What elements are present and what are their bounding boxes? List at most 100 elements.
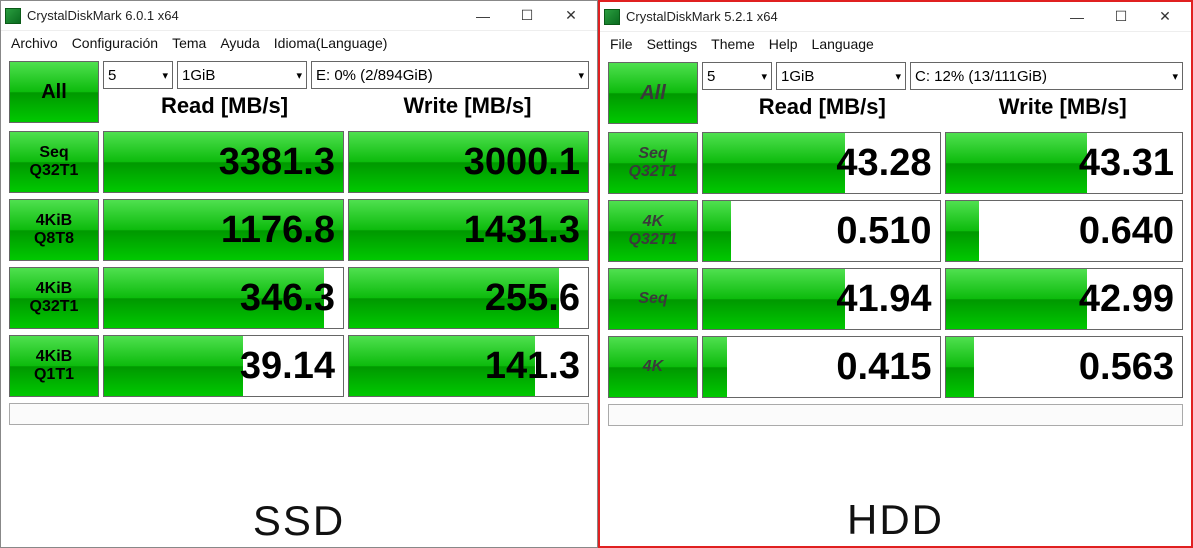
read-text: 41.94 <box>836 278 931 321</box>
chevron-down-icon: ▾ <box>761 70 767 83</box>
test-row: Seq 41.94 42.99 <box>608 268 1183 330</box>
value-bar <box>946 269 1088 329</box>
menubar: Archivo Configuración Tema Ayuda Idioma(… <box>1 31 597 57</box>
menu-item[interactable]: Idioma(Language) <box>274 35 388 51</box>
read-value: 3381.3 <box>103 131 344 193</box>
write-text: 1431.3 <box>464 209 580 252</box>
close-button[interactable]: ✕ <box>1143 3 1187 31</box>
runs-select[interactable]: 5▾ <box>103 61 173 89</box>
test-row: 4KiBQ8T8 1176.8 1431.3 <box>9 199 589 261</box>
value-bar <box>703 133 845 193</box>
window-hdd: CrystalDiskMark 5.2.1 x64 — ☐ ✕ File Set… <box>598 0 1193 548</box>
test-button[interactable]: Seq <box>608 268 698 330</box>
write-value: 255.6 <box>348 267 589 329</box>
size-value: 1GiB <box>182 67 215 84</box>
write-text: 3000.1 <box>464 141 580 184</box>
write-value: 141.3 <box>348 335 589 397</box>
read-text: 0.510 <box>836 210 931 253</box>
test-row: SeqQ32T1 3381.3 3000.1 <box>9 131 589 193</box>
minimize-button[interactable]: — <box>1055 3 1099 31</box>
close-button[interactable]: ✕ <box>549 2 593 30</box>
menu-item[interactable]: Settings <box>647 36 698 52</box>
write-value: 0.640 <box>945 200 1184 262</box>
read-text: 1176.8 <box>221 209 335 252</box>
value-bar <box>703 269 845 329</box>
menu-item[interactable]: Configuración <box>72 35 158 51</box>
test-button[interactable]: 4KiBQ8T8 <box>9 199 99 261</box>
drive-select[interactable]: C: 12% (13/111GiB) ▾ <box>910 62 1183 90</box>
size-select[interactable]: 1GiB ▾ <box>776 62 906 90</box>
test-row: 4KiBQ32T1 346.3 255.6 <box>9 267 589 329</box>
app-icon <box>5 8 21 24</box>
all-button[interactable]: All <box>9 61 99 123</box>
write-text: 0.640 <box>1079 210 1174 253</box>
test-row: 4KQ32T1 0.510 0.640 <box>608 200 1183 262</box>
runs-select[interactable]: 5▾ <box>702 62 772 90</box>
write-text: 141.3 <box>485 345 580 388</box>
window-title: CrystalDiskMark 5.2.1 x64 <box>626 9 1055 24</box>
value-bar <box>703 201 731 261</box>
read-header: Read [MB/s] <box>702 94 943 120</box>
test-row: SeqQ32T1 43.28 43.31 <box>608 132 1183 194</box>
statusbar <box>608 404 1183 426</box>
menu-item[interactable]: Archivo <box>11 35 58 51</box>
read-text: 43.28 <box>836 142 931 185</box>
test-row: 4K0.4150.563 <box>608 336 1183 398</box>
test-button[interactable]: SeqQ32T1 <box>608 132 698 194</box>
all-button[interactable]: All <box>608 62 698 124</box>
write-value: 43.31 <box>945 132 1184 194</box>
drive-select[interactable]: E: 0% (2/894GiB) ▾ <box>311 61 589 89</box>
read-text: 39.14 <box>240 345 335 388</box>
value-bar <box>104 336 243 396</box>
test-row: 4KiBQ1T1 39.14 141.3 <box>9 335 589 397</box>
read-value: 0.510 <box>702 200 941 262</box>
chevron-down-icon: ▾ <box>296 69 302 82</box>
menu-item[interactable]: File <box>610 36 633 52</box>
write-header: Write [MB/s] <box>346 93 589 119</box>
menu-item[interactable]: Tema <box>172 35 206 51</box>
maximize-button[interactable]: ☐ <box>505 2 549 30</box>
window-title: CrystalDiskMark 6.0.1 x64 <box>27 8 461 23</box>
write-header: Write [MB/s] <box>943 94 1184 120</box>
test-button[interactable]: 4KiBQ1T1 <box>9 335 99 397</box>
read-value: 346.3 <box>103 267 344 329</box>
chevron-down-icon: ▾ <box>162 69 168 82</box>
menu-item[interactable]: Ayuda <box>220 35 259 51</box>
chevron-down-icon: ▾ <box>578 69 584 82</box>
write-text: 42.99 <box>1079 278 1174 321</box>
statusbar <box>9 403 589 425</box>
test-button[interactable]: 4K <box>608 336 698 398</box>
read-value: 1176.8 <box>103 199 344 261</box>
read-value: 39.14 <box>103 335 344 397</box>
write-value: 3000.1 <box>348 131 589 193</box>
menu-item[interactable]: Language <box>812 36 874 52</box>
read-value: 0.415 <box>702 336 941 398</box>
value-bar <box>703 337 727 397</box>
titlebar: CrystalDiskMark 5.2.1 x64 — ☐ ✕ <box>600 2 1191 32</box>
test-button[interactable]: 4KiBQ32T1 <box>9 267 99 329</box>
minimize-button[interactable]: — <box>461 2 505 30</box>
menu-item[interactable]: Help <box>769 36 798 52</box>
titlebar: CrystalDiskMark 6.0.1 x64 — ☐ ✕ <box>1 1 597 31</box>
chevron-down-icon: ▾ <box>895 70 901 83</box>
write-value: 42.99 <box>945 268 1184 330</box>
size-select[interactable]: 1GiB ▾ <box>177 61 307 89</box>
read-header: Read [MB/s] <box>103 93 346 119</box>
value-bar <box>946 201 979 261</box>
chevron-down-icon: ▾ <box>1172 70 1178 83</box>
value-bar <box>946 133 1088 193</box>
maximize-button[interactable]: ☐ <box>1099 3 1143 31</box>
read-text: 3381.3 <box>219 141 335 184</box>
write-text: 43.31 <box>1079 142 1174 185</box>
test-button[interactable]: 4KQ32T1 <box>608 200 698 262</box>
drive-value: C: 12% (13/111GiB) <box>915 68 1047 85</box>
test-button[interactable]: SeqQ32T1 <box>9 131 99 193</box>
read-text: 346.3 <box>240 277 335 320</box>
read-value: 41.94 <box>702 268 941 330</box>
runs-value: 5 <box>108 67 116 84</box>
menu-item[interactable]: Theme <box>711 36 755 52</box>
size-value: 1GiB <box>781 68 814 85</box>
drive-value: E: 0% (2/894GiB) <box>316 67 433 84</box>
value-bar <box>946 337 974 397</box>
app-icon <box>604 9 620 25</box>
